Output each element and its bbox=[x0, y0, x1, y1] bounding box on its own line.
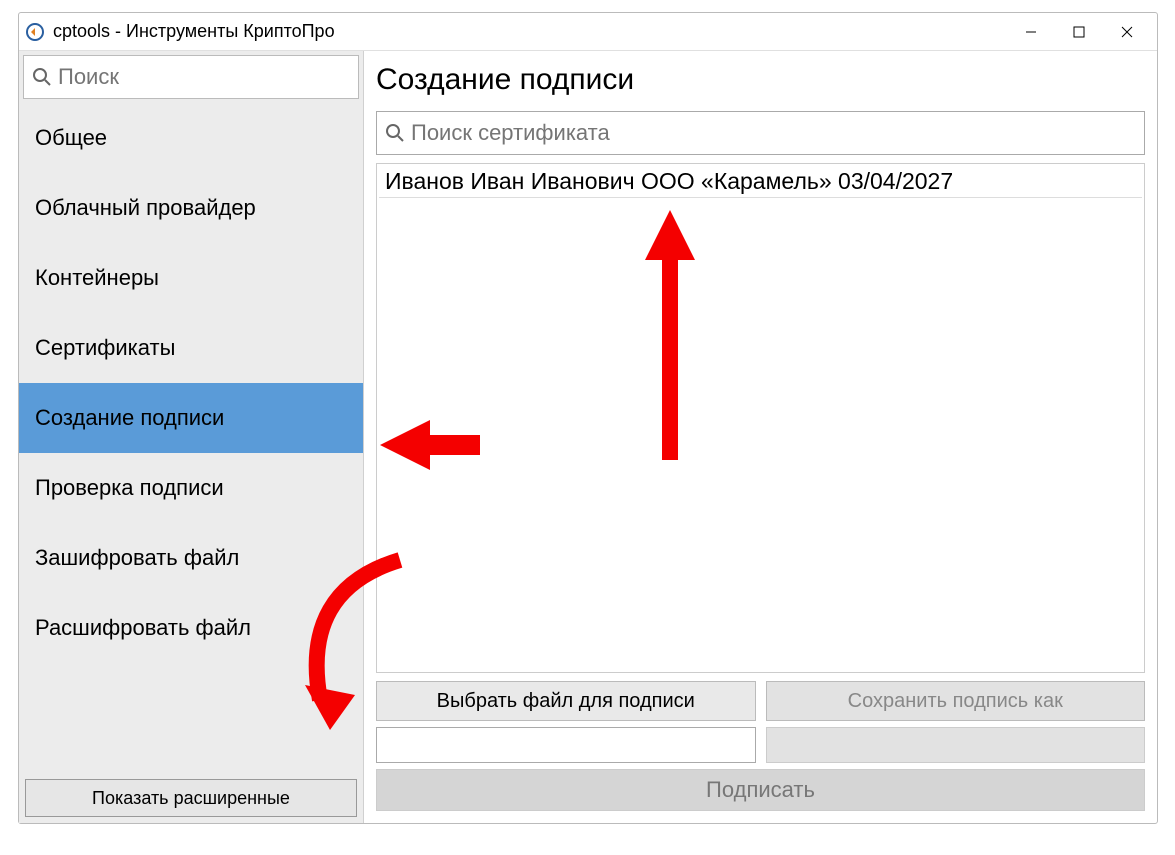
certificate-search[interactable] bbox=[376, 111, 1145, 155]
sidebar-nav: Общее Облачный провайдер Контейнеры Серт… bbox=[19, 103, 363, 773]
close-button[interactable] bbox=[1103, 13, 1151, 51]
sidebar-search-input[interactable] bbox=[58, 64, 350, 90]
sidebar-item-create-signature[interactable]: Создание подписи bbox=[19, 383, 363, 453]
signature-file-field bbox=[766, 727, 1146, 763]
titlebar: cptools - Инструменты КриптоПро bbox=[19, 13, 1157, 51]
sidebar-item-encrypt-file[interactable]: Зашифровать файл bbox=[19, 523, 363, 593]
show-advanced-button[interactable]: Показать расширенные bbox=[25, 779, 357, 817]
certificate-list[interactable]: Иванов Иван Иванович ООО «Карамель» 03/0… bbox=[376, 163, 1145, 673]
page-title: Создание подписи bbox=[376, 63, 1145, 97]
sidebar: Общее Облачный провайдер Контейнеры Серт… bbox=[19, 51, 364, 823]
sidebar-item-containers[interactable]: Контейнеры bbox=[19, 243, 363, 313]
maximize-button[interactable] bbox=[1055, 13, 1103, 51]
source-file-field[interactable] bbox=[376, 727, 756, 763]
certificate-item[interactable]: Иванов Иван Иванович ООО «Карамель» 03/0… bbox=[379, 166, 1142, 198]
sidebar-item-certificates[interactable]: Сертификаты bbox=[19, 313, 363, 383]
app-icon bbox=[25, 22, 45, 42]
window-title: cptools - Инструменты КриптоПро bbox=[53, 21, 335, 42]
sidebar-item-general[interactable]: Общее bbox=[19, 103, 363, 173]
sidebar-search[interactable] bbox=[23, 55, 359, 99]
sidebar-item-cloud-provider[interactable]: Облачный провайдер bbox=[19, 173, 363, 243]
certificate-search-input[interactable] bbox=[411, 120, 1136, 146]
sign-button[interactable]: Подписать bbox=[376, 769, 1145, 811]
search-icon bbox=[385, 123, 405, 143]
minimize-button[interactable] bbox=[1007, 13, 1055, 51]
sidebar-item-verify-signature[interactable]: Проверка подписи bbox=[19, 453, 363, 523]
choose-file-button[interactable]: Выбрать файл для подписи bbox=[376, 681, 756, 721]
save-signature-as-button[interactable]: Сохранить подпись как bbox=[766, 681, 1146, 721]
main-panel: Создание подписи Иванов Иван Иванович ОО… bbox=[364, 51, 1157, 823]
search-icon bbox=[32, 67, 52, 87]
app-window: cptools - Инструменты КриптоПро bbox=[18, 12, 1158, 824]
window-controls bbox=[1007, 13, 1151, 51]
sidebar-item-decrypt-file[interactable]: Расшифровать файл bbox=[19, 593, 363, 663]
